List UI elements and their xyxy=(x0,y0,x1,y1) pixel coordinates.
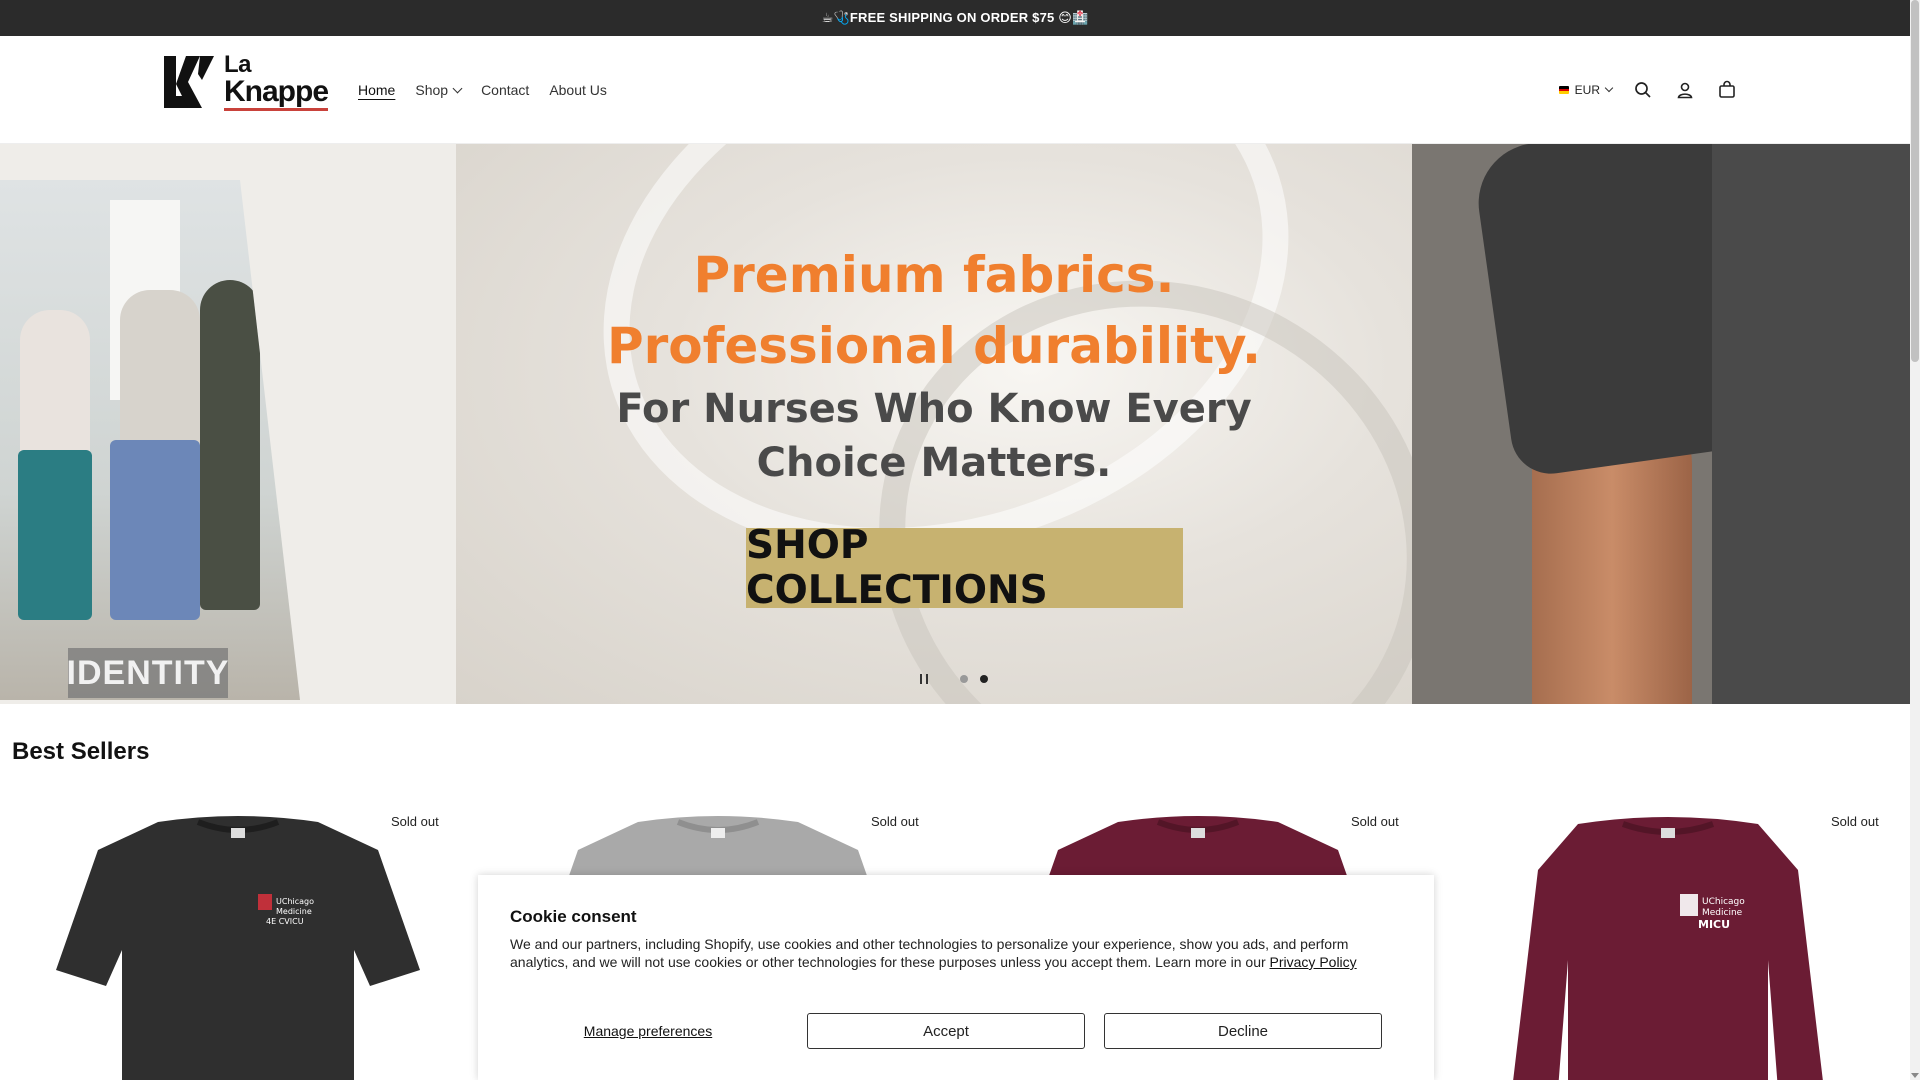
page: ☕🩺FREE SHIPPING ON ORDER $75 😊🏥 La Knapp… xyxy=(0,0,1920,1080)
germany-flag-icon xyxy=(1558,86,1569,94)
hero-sub-line2: Choice Matters. xyxy=(756,440,1112,486)
nav-shop[interactable]: Shop xyxy=(415,82,463,98)
nav-about-label: About Us xyxy=(549,82,607,98)
cookie-body-text: We and our partners, including Shopify, … xyxy=(510,936,1349,970)
logo[interactable]: La Knappe xyxy=(162,51,336,111)
model-torso xyxy=(1712,144,1910,704)
manage-preferences-button[interactable]: Manage preferences xyxy=(510,1013,786,1049)
longsleeve-image: UChicago Medicine MICU xyxy=(1513,817,1823,1080)
print-line3: 4E CVICU xyxy=(266,917,304,926)
decline-button[interactable]: Decline xyxy=(1104,1013,1382,1049)
hero-slideshow[interactable]: IDENTITY Premium fabrics. Professional d… xyxy=(0,144,1910,704)
page-scrollbar[interactable] xyxy=(1910,0,1920,1080)
scrollbar-thumb[interactable] xyxy=(1911,0,1919,362)
logo-wordmark: La Knappe xyxy=(224,51,329,111)
hero-model-panel xyxy=(1412,144,1910,704)
nav-contact[interactable]: Contact xyxy=(481,82,529,98)
slide-dot-1[interactable] xyxy=(960,675,968,683)
site-header: La Knappe Home Shop Contact About Us EUR xyxy=(0,36,1910,144)
best-sellers-title: Best Sellers xyxy=(12,738,150,765)
print-line3: MICU xyxy=(1698,918,1730,931)
chevron-down-icon xyxy=(452,83,463,93)
nav-about[interactable]: About Us xyxy=(549,82,607,98)
photo-pants xyxy=(18,450,92,620)
hero-headline: Premium fabrics. Professional durability… xyxy=(456,240,1412,382)
currency-label: EUR xyxy=(1574,83,1600,97)
nav-shop-label: Shop xyxy=(415,82,449,98)
hero-subheadline: For Nurses Who Know Every Choice Matters… xyxy=(456,382,1412,490)
photo-person xyxy=(200,280,260,610)
currency-selector[interactable]: EUR xyxy=(1558,83,1614,97)
print-line2: Medicine xyxy=(1702,908,1743,918)
announcement-bar: ☕🩺FREE SHIPPING ON ORDER $75 😊🏥 xyxy=(0,0,1910,36)
nav-home-label: Home xyxy=(358,82,396,98)
header-actions: EUR xyxy=(1558,36,1738,144)
shop-collections-button[interactable]: SHOP COLLECTIONS xyxy=(746,523,1183,613)
logo-line1: La xyxy=(224,51,252,78)
product-card[interactable]: Sold out UChicago Medicine 4E CVICU xyxy=(12,800,452,1080)
cookie-consent-banner: Cookie consent We and our partners, incl… xyxy=(478,875,1434,1080)
cart-icon[interactable] xyxy=(1716,79,1738,101)
search-icon[interactable] xyxy=(1632,79,1654,101)
nurses-photo xyxy=(0,180,300,700)
privacy-policy-link[interactable]: Privacy Policy xyxy=(1270,954,1357,970)
identity-label: IDENTITY xyxy=(67,648,228,698)
hero-headline-line2: Professional durability. xyxy=(606,317,1262,375)
slide-dot-2[interactable] xyxy=(980,675,988,683)
cookie-title: Cookie consent xyxy=(510,907,637,926)
chevron-down-icon xyxy=(1604,83,1614,93)
cookie-body: We and our partners, including Shopify, … xyxy=(510,935,1400,971)
product-card[interactable]: Sold out UChicago Medicine MICU xyxy=(1452,800,1892,1080)
hero-sub-line1: For Nurses Who Know Every xyxy=(616,386,1252,432)
nav-home[interactable]: Home xyxy=(358,82,395,98)
nav-contact-label: Contact xyxy=(481,82,530,98)
pause-icon[interactable] xyxy=(920,674,928,684)
main-nav: Home Shop Contact About Us xyxy=(358,36,607,144)
announcement-text: ☕🩺FREE SHIPPING ON ORDER $75 😊🏥 xyxy=(821,10,1089,25)
accept-button[interactable]: Accept xyxy=(807,1013,1085,1049)
slideshow-controls xyxy=(920,674,988,684)
account-icon[interactable] xyxy=(1674,79,1696,101)
tshirt-image: UChicago Medicine 4E CVICU xyxy=(56,816,420,1080)
lk-monogram-icon xyxy=(164,56,214,108)
print-line1: UChicago xyxy=(1702,897,1745,907)
hero-left-panel: IDENTITY xyxy=(0,144,456,704)
print-line2: Medicine xyxy=(276,907,312,916)
photo-pants xyxy=(110,440,200,620)
cookie-actions: Manage preferences Accept Decline xyxy=(510,1013,1402,1049)
scroll-down-arrow-icon[interactable] xyxy=(1911,1073,1919,1078)
logo-line2: Knappe xyxy=(224,77,329,111)
print-line1: UChicago xyxy=(276,897,314,906)
hero-headline-line1: Premium fabrics. xyxy=(693,246,1175,304)
